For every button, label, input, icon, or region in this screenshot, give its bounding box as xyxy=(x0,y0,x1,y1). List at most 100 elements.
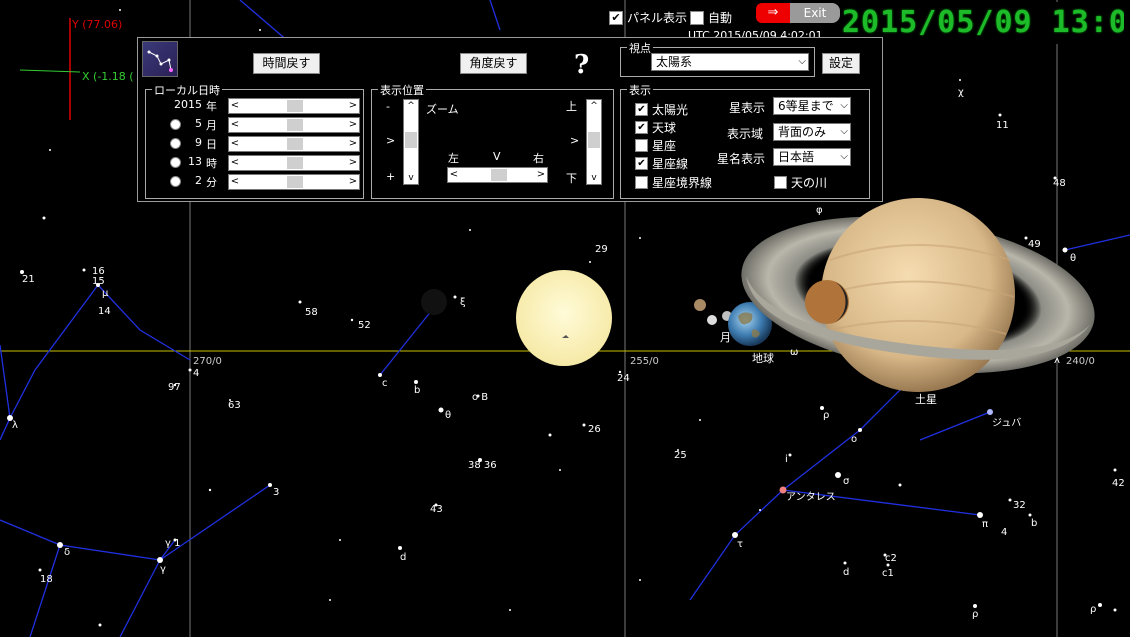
star-label: b xyxy=(414,385,420,396)
viewpoint-selected: 太陽系 xyxy=(656,55,693,69)
auto-toggle[interactable]: 自動 xyxy=(690,9,732,26)
star-label: ジュバ xyxy=(992,417,1021,429)
milky-way-checkbox[interactable] xyxy=(774,176,787,189)
minute-slider[interactable]: < > xyxy=(228,174,360,190)
sunlight-check[interactable]: ✔ 太陽光 xyxy=(635,101,688,118)
display-area-select[interactable]: 背面のみ ⌵ xyxy=(773,123,851,141)
minute-radio[interactable] xyxy=(170,176,181,187)
star-label: c2 xyxy=(885,553,897,564)
hour-radio[interactable] xyxy=(170,157,181,168)
constellation-lines-check[interactable]: ✔ 星座線 xyxy=(635,155,688,172)
star-label: χ xyxy=(958,87,964,98)
ra-label-240: 240/0 xyxy=(1066,356,1095,367)
day-slider[interactable]: < > xyxy=(228,136,360,152)
display-position-group: 表示位置 - ^ v ズーム > + 上 > 下 ^ v 左 V 右 < > xyxy=(371,82,614,199)
day-value: 9 xyxy=(195,136,202,149)
star-label: μ xyxy=(102,288,109,299)
v-label: V xyxy=(493,150,501,163)
star-label: 26 xyxy=(588,424,601,435)
right-label: 右 xyxy=(533,152,544,165)
chevron-down-icon: ⌵ xyxy=(798,56,806,67)
star-display-select[interactable]: 6等星まで ⌵ xyxy=(773,97,851,115)
star-label: d xyxy=(843,567,849,578)
display-area-value: 背面のみ xyxy=(778,125,827,139)
saturn[interactable] xyxy=(821,198,1015,392)
star-label: 21 xyxy=(22,274,35,285)
star-label: 15 xyxy=(92,276,105,287)
celestial-sphere-checkbox[interactable]: ✔ xyxy=(635,121,648,134)
horizontal-position-slider[interactable]: < > xyxy=(447,167,548,183)
constellation-boundary-checkbox[interactable] xyxy=(635,176,648,189)
up-label: 上 xyxy=(566,100,577,113)
angle-reset-button[interactable]: 角度戻す xyxy=(460,53,527,74)
month-slider[interactable]: < > xyxy=(228,117,360,133)
exit-button[interactable]: Exit xyxy=(790,3,840,23)
constellation-logo-icon xyxy=(142,41,178,77)
year-value: 2015 xyxy=(174,98,202,111)
star-label: 42 xyxy=(1112,478,1125,489)
help-button[interactable]: ? xyxy=(574,50,589,80)
star-label: c xyxy=(382,378,388,389)
star-label: θ xyxy=(1070,253,1076,264)
star-label: b xyxy=(1031,518,1037,529)
constellation-lines-checkbox[interactable]: ✔ xyxy=(635,157,648,170)
star-label: π xyxy=(982,519,988,530)
set-button[interactable]: 設定 xyxy=(822,53,860,74)
mercury[interactable] xyxy=(694,299,706,311)
sunlight-checkbox[interactable]: ✔ xyxy=(635,103,648,116)
constellation-boundary-check[interactable]: 星座境界線 xyxy=(635,174,712,191)
viewpoint-title: 視点 xyxy=(627,40,653,56)
constellation-boundary-label: 星座境界線 xyxy=(652,176,713,190)
star-name-value: 日本語 xyxy=(778,150,815,164)
star-label: 11 xyxy=(996,120,1009,131)
star-label: 24 xyxy=(617,373,630,384)
display-position-title: 表示位置 xyxy=(378,82,426,98)
star-display-value: 6等星まで xyxy=(778,99,834,113)
star-label: 63 xyxy=(228,400,241,411)
celestial-sphere-check[interactable]: ✔ 天球 xyxy=(635,119,676,136)
minute-unit: 分 xyxy=(206,176,217,189)
star-display-label: 星表示 xyxy=(729,101,766,115)
star-name-select[interactable]: 日本語 ⌵ xyxy=(773,148,851,166)
constellation-check[interactable]: 星座 xyxy=(635,137,676,154)
hour-slider[interactable]: < > xyxy=(228,155,360,171)
local-datetime-group: ローカル日時 2015 年 < > 5 月 < > 9 日 < > 13 時 < > 2… xyxy=(145,82,364,199)
viewpoint-select[interactable]: 太陽系 ⌵ xyxy=(651,53,809,71)
star-label: 48 xyxy=(1053,178,1066,189)
star-label: τ xyxy=(737,539,743,550)
star-label: o xyxy=(851,434,857,445)
chevron-down-icon: ⌵ xyxy=(840,100,848,111)
panel-display-checkbox[interactable]: ✔ xyxy=(609,10,623,25)
day-radio[interactable] xyxy=(170,138,181,149)
month-radio[interactable] xyxy=(170,119,181,130)
year-slider[interactable]: < > xyxy=(228,98,360,114)
chevron-down-icon: ⌵ xyxy=(840,126,848,137)
star-label: ξ xyxy=(460,297,466,308)
star-label: 49 xyxy=(1028,239,1041,250)
x-axis-label: X (-1.18 ( xyxy=(82,70,134,83)
auto-label: 自動 xyxy=(708,11,733,25)
star-label: d xyxy=(400,552,406,563)
zoom-minus-label: - xyxy=(386,100,390,113)
sun[interactable] xyxy=(516,270,612,366)
time-reset-button[interactable]: 時間戻す xyxy=(253,53,320,74)
milky-way-check[interactable]: 天の川 xyxy=(774,174,827,191)
star-label: φ xyxy=(816,205,823,216)
zoom-slider[interactable]: ^ v xyxy=(403,99,419,185)
star-label: λ xyxy=(12,420,18,431)
auto-checkbox[interactable] xyxy=(690,10,704,25)
constellation-checkbox[interactable] xyxy=(635,139,648,152)
saturn-moon[interactable] xyxy=(805,280,849,324)
juba-star[interactable] xyxy=(987,409,993,415)
ra-label-255: 255/0 xyxy=(630,356,659,367)
zoom-label: ズーム xyxy=(426,103,459,116)
vertical-position-slider[interactable]: ^ v xyxy=(586,99,602,185)
month-value: 5 xyxy=(195,117,202,130)
forward-arrow-button[interactable]: ⇒ xyxy=(756,3,790,23)
venus[interactable] xyxy=(707,315,717,325)
star-label: δ xyxy=(64,547,70,558)
panel-display-toggle[interactable]: ✔ パネル表示 xyxy=(609,9,687,26)
star-label: 18 xyxy=(40,574,53,585)
star-label: 25 xyxy=(674,450,687,461)
star-label: アンタレス xyxy=(786,491,836,503)
